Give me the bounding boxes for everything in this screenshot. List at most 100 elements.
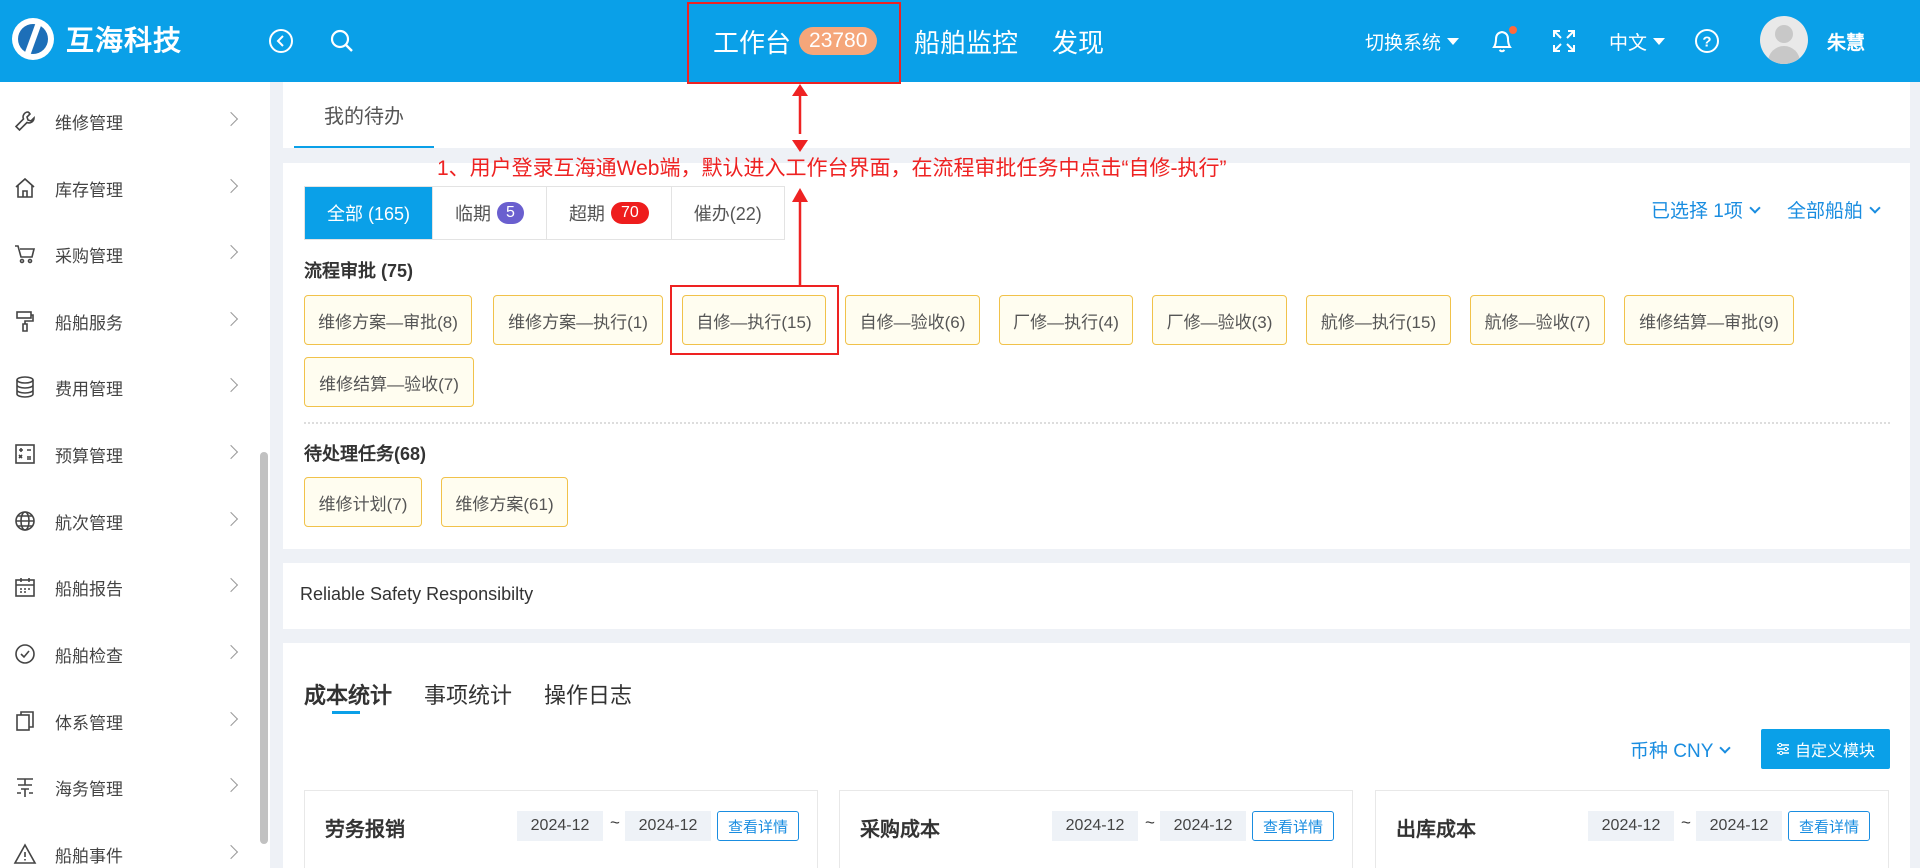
- wrench-icon: [10, 106, 40, 136]
- tab-my-todo[interactable]: 我的待办: [294, 82, 434, 148]
- stat-card-title: 劳务报销: [325, 819, 405, 841]
- sidebar-item-budget[interactable]: 预算管理: [0, 421, 250, 487]
- tab-operation-log[interactable]: 操作日志: [544, 678, 632, 710]
- fullscreen-icon[interactable]: [1548, 25, 1580, 57]
- sidebar-item-marine[interactable]: 海务管理: [0, 754, 250, 820]
- custom-module-label: 自定义模块: [1794, 743, 1875, 760]
- date-to[interactable]: 2024-12: [625, 811, 711, 841]
- stat-card-outbound: 出库成本 2024-12 ~ 2024-12 查看详情: [1375, 790, 1889, 868]
- selected-label: 已选择 1项: [1651, 201, 1743, 222]
- sidebar-item-ship-inspection[interactable]: 船舶检查: [0, 621, 250, 687]
- chevron-right-icon: [223, 178, 239, 194]
- filter-due-soon-label: 临期: [455, 204, 492, 224]
- sidebar-item-label: 采购管理: [55, 246, 123, 266]
- logo-icon: [12, 18, 54, 60]
- annotation-box-self-repair: [670, 285, 839, 355]
- annotation-arrows: [792, 84, 808, 286]
- filter-overdue[interactable]: 超期 70: [547, 187, 672, 239]
- custom-module-button[interactable]: 自定义模块: [1761, 729, 1890, 769]
- filter-urged[interactable]: 催办(22): [672, 187, 784, 239]
- nav-ship-monitor[interactable]: 船舶监控: [914, 0, 1018, 82]
- filter-all[interactable]: 全部 (165): [305, 187, 434, 239]
- sidebar-item-system[interactable]: 体系管理: [0, 688, 250, 754]
- filter-urged-label: 催办(22): [693, 204, 762, 224]
- approval-chip[interactable]: 航修—执行(15): [1306, 295, 1451, 345]
- date-from[interactable]: 2024-12: [517, 811, 603, 841]
- sidebar-item-ship-service[interactable]: 船舶服务: [0, 288, 250, 354]
- date-from[interactable]: 2024-12: [1588, 811, 1674, 841]
- annotation-box-workbench: [687, 2, 901, 84]
- approval-chip[interactable]: 自修—验收(6): [845, 295, 980, 345]
- sidebar-item-label: 维修管理: [55, 113, 123, 133]
- sidebar-item-expense[interactable]: 费用管理: [0, 354, 250, 420]
- ship-filter-label: 全部船舶: [1787, 201, 1864, 222]
- warning-icon: [10, 839, 40, 868]
- chevron-right-icon: [223, 711, 239, 727]
- tab-item-stats[interactable]: 事项统计: [424, 678, 512, 710]
- sidebar-item-label: 船舶报告: [55, 579, 123, 599]
- top-bar: 互海科技 工作台 23780 船舶监控 发现 切换系统 中文 ? 朱慧: [0, 0, 1920, 82]
- notification-dot: [1509, 26, 1517, 34]
- user-name[interactable]: 朱慧: [1827, 0, 1865, 82]
- sidebar-item-purchase[interactable]: 采购管理: [0, 221, 250, 287]
- language-dropdown[interactable]: 中文: [1609, 0, 1666, 82]
- check-circle-icon: [10, 639, 40, 669]
- date-from[interactable]: 2024-12: [1052, 811, 1138, 841]
- switch-system-dropdown[interactable]: 切换系统: [1365, 0, 1460, 82]
- avatar[interactable]: [1760, 16, 1808, 64]
- approval-chip[interactable]: 航修—验收(7): [1470, 295, 1605, 345]
- chevron-right-icon: [223, 511, 239, 527]
- tab-cost-stats[interactable]: 成本统计: [304, 678, 392, 714]
- sidebar-item-ship-event[interactable]: 船舶事件: [0, 821, 250, 868]
- motto-text: Reliable Safety Responsibilty: [300, 584, 534, 604]
- sidebar-item-label: 费用管理: [55, 379, 123, 399]
- sidebar-item-label: 航次管理: [55, 513, 123, 533]
- help-icon[interactable]: ?: [1691, 25, 1723, 57]
- calendar-icon: [10, 572, 40, 602]
- todo-filter-tabs: 全部 (165) 临期 5 超期 70 催办(22): [304, 186, 785, 240]
- sidebar-item-ship-report[interactable]: 船舶报告: [0, 554, 250, 620]
- chevron-right-icon: [223, 644, 239, 660]
- sidebar-item-inventory[interactable]: 库存管理: [0, 155, 250, 221]
- pending-section-title: 待处理任务(68): [304, 444, 427, 464]
- back-icon[interactable]: [265, 25, 297, 57]
- ship-filter-dropdown[interactable]: 全部船舶: [1787, 196, 1881, 223]
- approval-chip[interactable]: 维修结算—审批(9): [1624, 295, 1794, 345]
- date-to[interactable]: 2024-12: [1696, 811, 1782, 841]
- nav-discover[interactable]: 发现: [1052, 0, 1104, 82]
- date-separator: ~: [610, 813, 620, 832]
- sidebar-item-label: 体系管理: [55, 713, 123, 733]
- calculator-icon: [10, 439, 40, 469]
- date-to[interactable]: 2024-12: [1160, 811, 1246, 841]
- section-divider: [304, 422, 1890, 424]
- chevron-right-icon: [223, 111, 239, 127]
- chevron-down-icon: [1719, 741, 1732, 754]
- pending-chip[interactable]: 维修方案(61): [441, 477, 568, 527]
- sidebar-item-repair[interactable]: 维修管理: [0, 88, 250, 154]
- annotation-text: 1、用户登录互海通Web端，默认进入工作台界面，在流程审批任务中点击“自修-执行…: [437, 157, 1227, 180]
- approval-chip[interactable]: 维修方案—审批(8): [304, 295, 472, 345]
- stat-card-title: 出库成本: [1396, 819, 1476, 841]
- anchor-icon: [10, 772, 40, 802]
- approval-chip[interactable]: 维修方案—执行(1): [493, 295, 663, 345]
- filter-all-label: 全部 (165): [327, 204, 411, 224]
- view-detail-button[interactable]: 查看详情: [1252, 811, 1334, 841]
- view-detail-button[interactable]: 查看详情: [1788, 811, 1870, 841]
- chevron-right-icon: [223, 377, 239, 393]
- selected-dropdown[interactable]: 已选择 1项: [1651, 196, 1761, 223]
- bell-icon[interactable]: [1486, 25, 1518, 57]
- approval-chip[interactable]: 厂修—验收(3): [1152, 295, 1287, 345]
- approval-chip[interactable]: 厂修—执行(4): [999, 295, 1133, 345]
- sidebar-scrollbar[interactable]: [260, 452, 268, 844]
- filter-due-soon[interactable]: 临期 5: [433, 187, 547, 239]
- view-detail-button[interactable]: 查看详情: [717, 811, 799, 841]
- stat-card-title: 采购成本: [860, 819, 940, 841]
- pending-chip[interactable]: 维修计划(7): [304, 477, 422, 527]
- sidebar-item-voyage[interactable]: 航次管理: [0, 488, 250, 554]
- chevron-right-icon: [223, 244, 239, 260]
- approval-chip[interactable]: 维修结算—验收(7): [304, 357, 474, 407]
- currency-dropdown[interactable]: 币种 CNY: [1630, 736, 1732, 763]
- search-icon[interactable]: [326, 25, 358, 57]
- brand-logo[interactable]: 互海科技: [12, 18, 182, 60]
- cart-icon: [10, 239, 40, 269]
